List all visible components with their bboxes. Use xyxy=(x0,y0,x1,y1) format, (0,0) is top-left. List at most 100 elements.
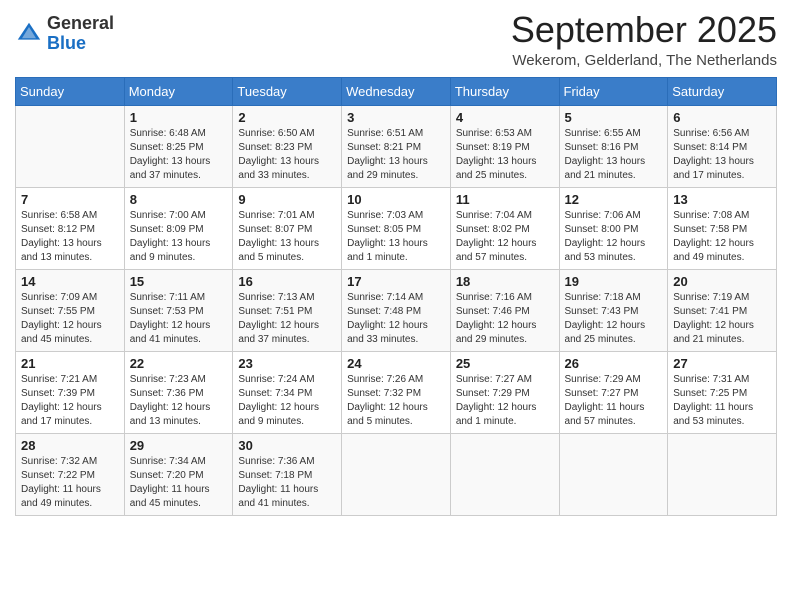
calendar-cell: 17 Sunrise: 7:14 AM Sunset: 7:48 PM Dayli… xyxy=(342,269,451,351)
logo-icon xyxy=(15,20,43,48)
day-info: Sunrise: 7:34 AM Sunset: 7:20 PM Dayligh… xyxy=(130,455,228,511)
weekday-header-wednesday: Wednesday xyxy=(342,77,451,105)
day-info: Sunrise: 7:21 AM Sunset: 7:39 PM Dayligh… xyxy=(21,373,119,429)
day-info: Sunrise: 6:56 AM Sunset: 8:14 PM Dayligh… xyxy=(673,127,771,183)
logo-general-text: General xyxy=(47,14,114,34)
calendar-cell xyxy=(559,433,668,515)
day-number: 11 xyxy=(456,192,554,207)
day-info: Sunrise: 7:36 AM Sunset: 7:18 PM Dayligh… xyxy=(238,455,336,511)
day-info: Sunrise: 7:19 AM Sunset: 7:41 PM Dayligh… xyxy=(673,291,771,347)
day-number: 5 xyxy=(565,110,663,125)
calendar-cell xyxy=(668,433,777,515)
calendar-cell: 25 Sunrise: 7:27 AM Sunset: 7:29 PM Dayli… xyxy=(450,351,559,433)
day-info: Sunrise: 7:14 AM Sunset: 7:48 PM Dayligh… xyxy=(347,291,445,347)
weekday-header-sunday: Sunday xyxy=(16,77,125,105)
logo: General Blue xyxy=(15,14,114,54)
day-number: 20 xyxy=(673,274,771,289)
day-number: 23 xyxy=(238,356,336,371)
calendar-cell: 5 Sunrise: 6:55 AM Sunset: 8:16 PM Daylig… xyxy=(559,105,668,187)
calendar-cell: 18Sunrise: 7:16 AM Sunset: 7:46 PM Dayli… xyxy=(450,269,559,351)
calendar-cell: 19 Sunrise: 7:18 AM Sunset: 7:43 PM Dayli… xyxy=(559,269,668,351)
day-number: 14 xyxy=(21,274,119,289)
day-number: 15 xyxy=(130,274,228,289)
weekday-header-monday: Monday xyxy=(124,77,233,105)
day-number: 3 xyxy=(347,110,445,125)
calendar-cell xyxy=(450,433,559,515)
day-info: Sunrise: 7:26 AM Sunset: 7:32 PM Dayligh… xyxy=(347,373,445,429)
day-number: 1 xyxy=(130,110,228,125)
day-info: Sunrise: 7:00 AM Sunset: 8:09 PM Dayligh… xyxy=(130,209,228,265)
day-number: 27 xyxy=(673,356,771,371)
day-number: 10 xyxy=(347,192,445,207)
calendar-cell: 30 Sunrise: 7:36 AM Sunset: 7:18 PM Dayli… xyxy=(233,433,342,515)
day-info: Sunrise: 7:27 AM Sunset: 7:29 PM Dayligh… xyxy=(456,373,554,429)
day-info: Sunrise: 7:04 AM Sunset: 8:02 PM Dayligh… xyxy=(456,209,554,265)
day-info: Sunrise: 7:31 AM Sunset: 7:25 PM Dayligh… xyxy=(673,373,771,429)
calendar-cell: 9 Sunrise: 7:01 AM Sunset: 8:07 PM Daylig… xyxy=(233,187,342,269)
day-number: 13 xyxy=(673,192,771,207)
calendar-cell: 21 Sunrise: 7:21 AM Sunset: 7:39 PM Dayli… xyxy=(16,351,125,433)
day-info: Sunrise: 6:58 AM Sunset: 8:12 PM Dayligh… xyxy=(21,209,119,265)
location-text: Wekerom, Gelderland, The Netherlands xyxy=(511,52,777,69)
calendar-cell: 3 Sunrise: 6:51 AM Sunset: 8:21 PM Daylig… xyxy=(342,105,451,187)
weekday-header-saturday: Saturday xyxy=(668,77,777,105)
calendar-cell: 26Sunrise: 7:29 AM Sunset: 7:27 PM Dayli… xyxy=(559,351,668,433)
calendar-cell: 20 Sunrise: 7:19 AM Sunset: 7:41 PM Dayli… xyxy=(668,269,777,351)
calendar-cell xyxy=(342,433,451,515)
day-info: Sunrise: 6:50 AM Sunset: 8:23 PM Dayligh… xyxy=(238,127,336,183)
calendar-cell: 13 Sunrise: 7:08 AM Sunset: 7:58 PM Dayli… xyxy=(668,187,777,269)
day-number: 6 xyxy=(673,110,771,125)
day-number: 21 xyxy=(21,356,119,371)
day-number: 26 xyxy=(565,356,663,371)
calendar-cell xyxy=(16,105,125,187)
day-info: Sunrise: 7:01 AM Sunset: 8:07 PM Dayligh… xyxy=(238,209,336,265)
day-info: Sunrise: 6:51 AM Sunset: 8:21 PM Dayligh… xyxy=(347,127,445,183)
day-number: 28 xyxy=(21,438,119,453)
day-number: 22 xyxy=(130,356,228,371)
calendar-cell: 4Sunrise: 6:53 AM Sunset: 8:19 PM Daylig… xyxy=(450,105,559,187)
day-number: 19 xyxy=(565,274,663,289)
day-number: 9 xyxy=(238,192,336,207)
calendar-cell: 7 Sunrise: 6:58 AM Sunset: 8:12 PM Daylig… xyxy=(16,187,125,269)
weekday-header-row: SundayMondayTuesdayWednesdayThursdayFrid… xyxy=(16,77,777,105)
calendar-cell: 14 Sunrise: 7:09 AM Sunset: 7:55 PM Dayli… xyxy=(16,269,125,351)
weekday-header-tuesday: Tuesday xyxy=(233,77,342,105)
calendar-cell: 23 Sunrise: 7:24 AM Sunset: 7:34 PM Dayli… xyxy=(233,351,342,433)
calendar-cell: 12 Sunrise: 7:06 AM Sunset: 8:00 PM Dayli… xyxy=(559,187,668,269)
logo-text: General Blue xyxy=(47,14,114,54)
calendar-cell: 16Sunrise: 7:13 AM Sunset: 7:51 PM Dayli… xyxy=(233,269,342,351)
calendar-cell: 28 Sunrise: 7:32 AM Sunset: 7:22 PM Dayli… xyxy=(16,433,125,515)
day-info: Sunrise: 7:18 AM Sunset: 7:43 PM Dayligh… xyxy=(565,291,663,347)
day-info: Sunrise: 7:09 AM Sunset: 7:55 PM Dayligh… xyxy=(21,291,119,347)
calendar-cell: 11 Sunrise: 7:04 AM Sunset: 8:02 PM Dayli… xyxy=(450,187,559,269)
day-number: 30 xyxy=(238,438,336,453)
calendar-cell: 24 Sunrise: 7:26 AM Sunset: 7:32 PM Dayli… xyxy=(342,351,451,433)
month-title: September 2025 xyxy=(511,10,777,50)
day-number: 7 xyxy=(21,192,119,207)
day-number: 25 xyxy=(456,356,554,371)
calendar-table: SundayMondayTuesdayWednesdayThursdayFrid… xyxy=(15,77,777,516)
calendar-cell: 15 Sunrise: 7:11 AM Sunset: 7:53 PM Dayli… xyxy=(124,269,233,351)
day-info: Sunrise: 7:08 AM Sunset: 7:58 PM Dayligh… xyxy=(673,209,771,265)
calendar-cell: 2Sunrise: 6:50 AM Sunset: 8:23 PM Daylig… xyxy=(233,105,342,187)
day-number: 24 xyxy=(347,356,445,371)
day-number: 4 xyxy=(456,110,554,125)
day-info: Sunrise: 6:48 AM Sunset: 8:25 PM Dayligh… xyxy=(130,127,228,183)
day-info: Sunrise: 7:24 AM Sunset: 7:34 PM Dayligh… xyxy=(238,373,336,429)
day-number: 8 xyxy=(130,192,228,207)
calendar-cell: 29Sunrise: 7:34 AM Sunset: 7:20 PM Dayli… xyxy=(124,433,233,515)
day-info: Sunrise: 7:23 AM Sunset: 7:36 PM Dayligh… xyxy=(130,373,228,429)
calendar-cell: 10Sunrise: 7:03 AM Sunset: 8:05 PM Dayli… xyxy=(342,187,451,269)
day-info: Sunrise: 7:06 AM Sunset: 8:00 PM Dayligh… xyxy=(565,209,663,265)
day-number: 17 xyxy=(347,274,445,289)
day-info: Sunrise: 6:55 AM Sunset: 8:16 PM Dayligh… xyxy=(565,127,663,183)
calendar-cell: 6 Sunrise: 6:56 AM Sunset: 8:14 PM Daylig… xyxy=(668,105,777,187)
logo-blue-text: Blue xyxy=(47,34,114,54)
page-header: General Blue September 2025 Wekerom, Gel… xyxy=(15,10,777,69)
weekday-header-thursday: Thursday xyxy=(450,77,559,105)
day-info: Sunrise: 7:11 AM Sunset: 7:53 PM Dayligh… xyxy=(130,291,228,347)
day-number: 12 xyxy=(565,192,663,207)
calendar-cell: 8 Sunrise: 7:00 AM Sunset: 8:09 PM Daylig… xyxy=(124,187,233,269)
calendar-cell: 27 Sunrise: 7:31 AM Sunset: 7:25 PM Dayli… xyxy=(668,351,777,433)
day-info: Sunrise: 7:32 AM Sunset: 7:22 PM Dayligh… xyxy=(21,455,119,511)
